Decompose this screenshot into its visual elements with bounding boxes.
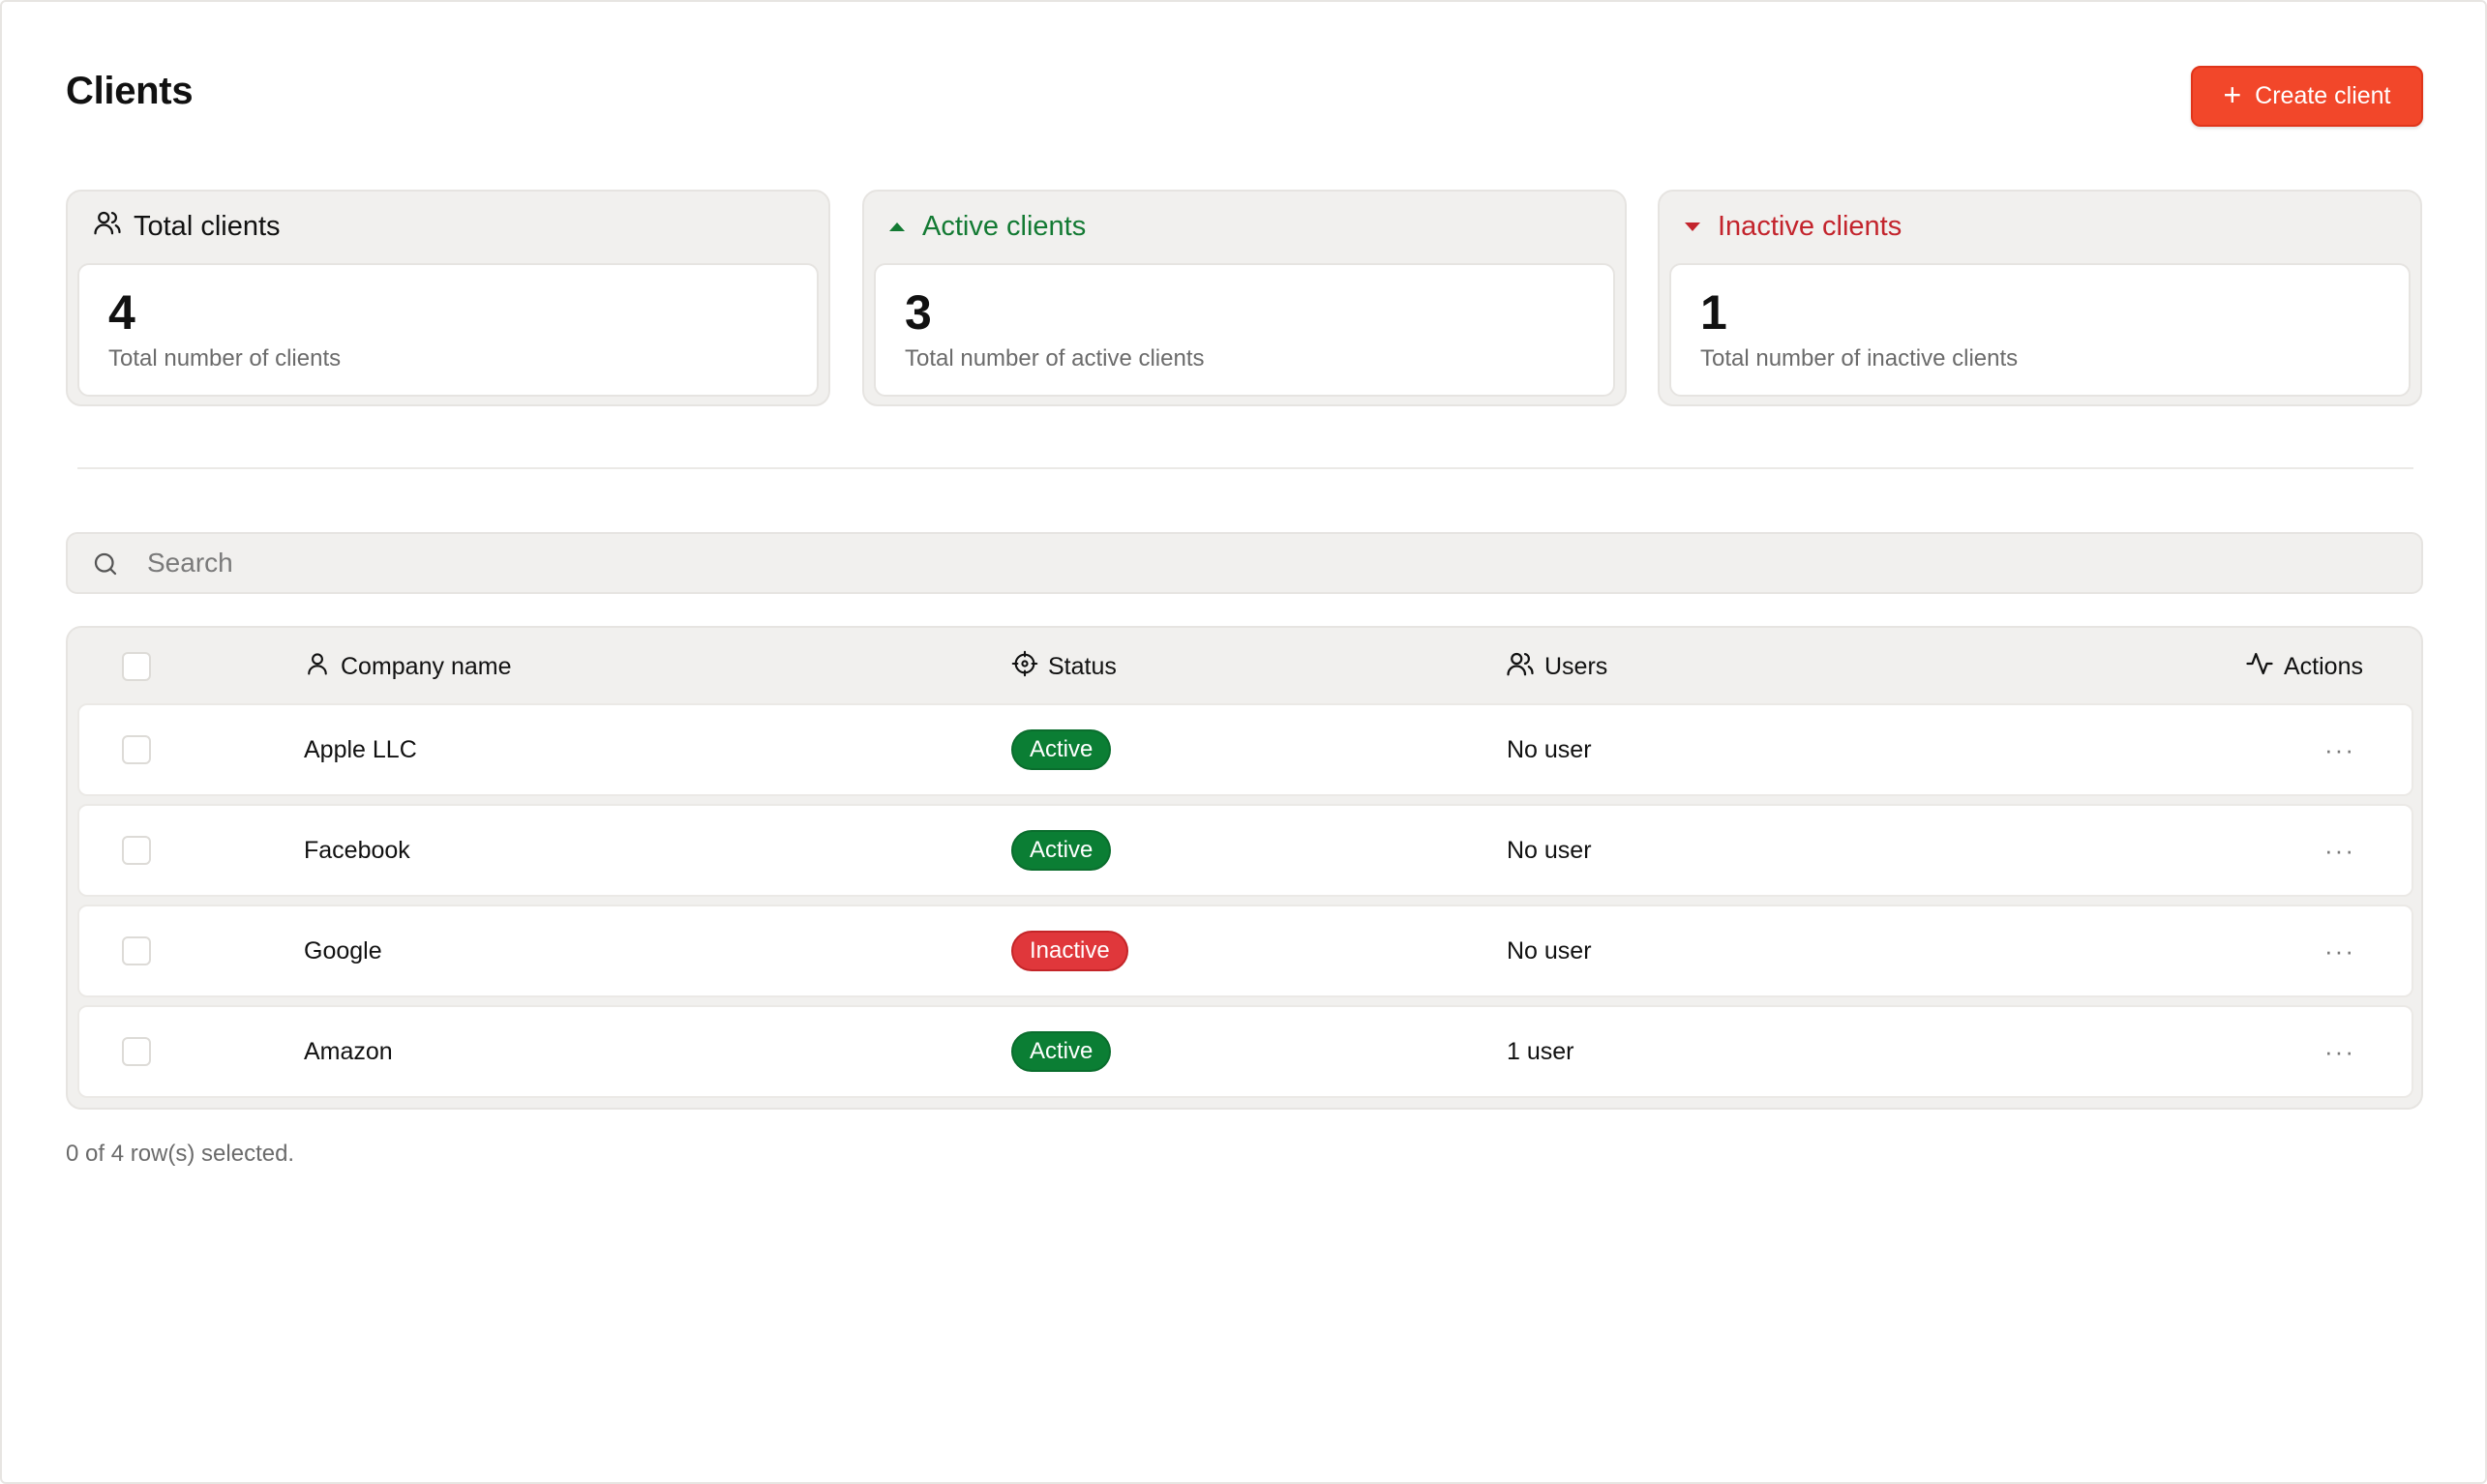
active-clients-body: 3 Total number of active clients (874, 263, 1615, 397)
total-clients-value: 4 (108, 285, 135, 340)
inactive-clients-card: Inactive clients 1 Total number of inact… (1658, 190, 2422, 406)
users-icon (93, 208, 122, 245)
row-actions-menu-icon[interactable]: ··· (2324, 906, 2355, 995)
company-name-cell: Google (304, 936, 382, 965)
users-cell: 1 user (1507, 1037, 1574, 1065)
column-status[interactable]: Status (1011, 628, 1117, 705)
triangle-up-icon (889, 222, 905, 231)
users-cell: No user (1507, 735, 1592, 763)
create-client-label: Create client (2255, 82, 2391, 109)
active-clients-label: Active clients (922, 210, 1087, 242)
users-cell: No user (1507, 936, 1592, 965)
inactive-clients-value: 1 (1700, 285, 1727, 340)
inactive-clients-header: Inactive clients (1685, 207, 1902, 246)
total-clients-label: Total clients (134, 210, 281, 242)
plus-icon: + (2223, 77, 2242, 112)
column-company-name-label: Company name (341, 652, 512, 680)
active-clients-card: Active clients 3 Total number of active … (862, 190, 1627, 406)
row-checkbox[interactable] (122, 1037, 151, 1066)
column-users[interactable]: Users (1506, 628, 1607, 705)
search-icon (91, 549, 120, 579)
create-client-button[interactable]: + Create client (2191, 66, 2423, 127)
status-cell: Active (1011, 1007, 1112, 1096)
table-row[interactable]: Apple LLC Active No user ··· (77, 703, 2413, 796)
inactive-clients-label: Inactive clients (1718, 210, 1903, 242)
column-actions: Actions (2245, 628, 2363, 705)
active-clients-header: Active clients (889, 207, 1086, 246)
column-status-label: Status (1048, 652, 1117, 680)
status-badge: Active (1011, 729, 1112, 770)
status-cell: Active (1011, 806, 1112, 895)
total-clients-card: Total clients 4 Total number of clients (66, 190, 830, 406)
select-all-checkbox[interactable] (122, 652, 151, 681)
inactive-clients-description: Total number of inactive clients (1700, 345, 2019, 371)
section-divider (77, 467, 2413, 469)
total-clients-header: Total clients (93, 207, 281, 246)
selection-summary: 0 of 4 row(s) selected. (66, 1141, 295, 1167)
column-users-label: Users (1544, 652, 1608, 680)
total-clients-description: Total number of clients (108, 345, 342, 371)
crosshair-icon (1011, 650, 1038, 684)
column-company-name[interactable]: Company name (304, 628, 511, 705)
status-badge: Active (1011, 1031, 1112, 1072)
row-actions-menu-icon[interactable]: ··· (2324, 705, 2355, 794)
table-row[interactable]: Amazon Active 1 user ··· (77, 1005, 2413, 1098)
search-input[interactable] (147, 534, 2373, 592)
active-clients-description: Total number of active clients (905, 345, 1205, 371)
column-actions-label: Actions (2284, 652, 2363, 680)
table-row[interactable]: Facebook Active No user ··· (77, 804, 2413, 897)
app-window: Clients + Create client Total clients 4 … (0, 0, 2487, 1484)
triangle-down-icon (1685, 222, 1700, 231)
company-name-cell: Apple LLC (304, 735, 417, 763)
active-clients-value: 3 (905, 285, 932, 340)
inactive-clients-body: 1 Total number of inactive clients (1669, 263, 2411, 397)
total-clients-body: 4 Total number of clients (77, 263, 819, 397)
status-badge: Active (1011, 830, 1112, 871)
clients-table: Company name Status Users Actions Apple … (66, 626, 2423, 1110)
table-header: Company name Status Users Actions (68, 628, 2421, 705)
row-checkbox[interactable] (122, 836, 151, 865)
users-cell: No user (1507, 836, 1592, 864)
table-row[interactable]: Google Inactive No user ··· (77, 905, 2413, 997)
row-actions-menu-icon[interactable]: ··· (2324, 1007, 2355, 1096)
row-checkbox[interactable] (122, 735, 151, 764)
status-cell: Inactive (1011, 906, 1128, 995)
status-cell: Active (1011, 705, 1112, 794)
activity-icon (2245, 649, 2274, 685)
company-name-cell: Amazon (304, 1037, 393, 1065)
status-badge: Inactive (1011, 931, 1128, 971)
page-title: Clients (66, 70, 194, 112)
search-bar[interactable] (66, 532, 2423, 594)
row-actions-menu-icon[interactable]: ··· (2324, 806, 2355, 895)
company-name-cell: Facebook (304, 836, 410, 864)
users-icon (1506, 649, 1535, 685)
user-icon (304, 650, 331, 684)
row-checkbox[interactable] (122, 936, 151, 965)
